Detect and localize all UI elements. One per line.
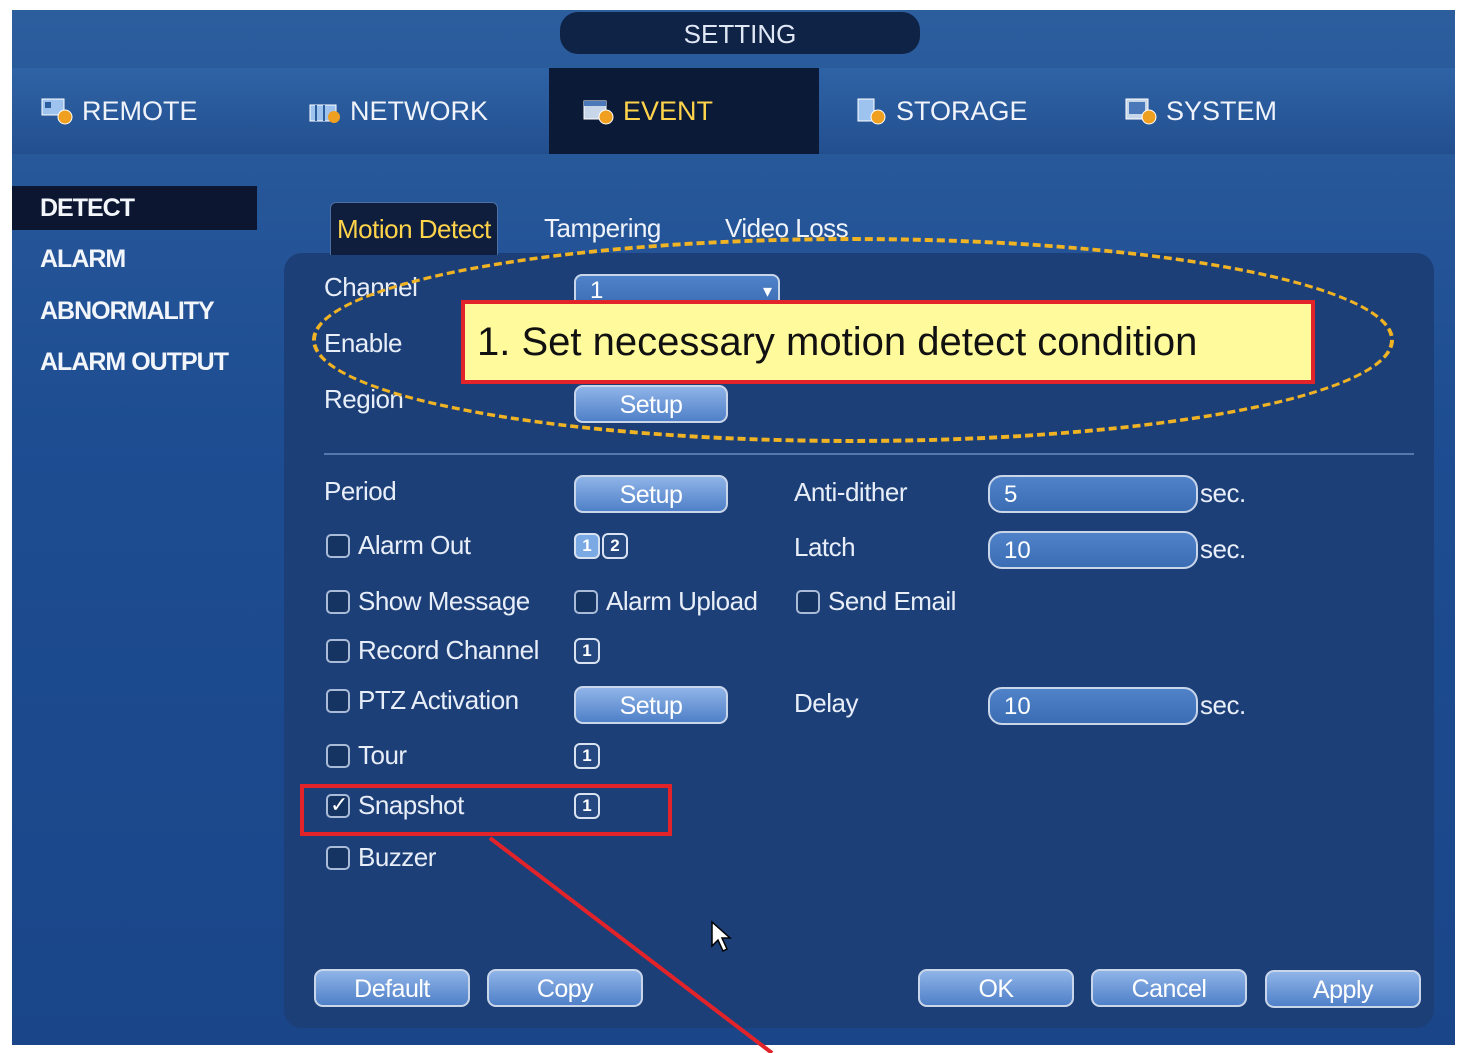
annotation-arrow-line — [488, 836, 774, 1053]
